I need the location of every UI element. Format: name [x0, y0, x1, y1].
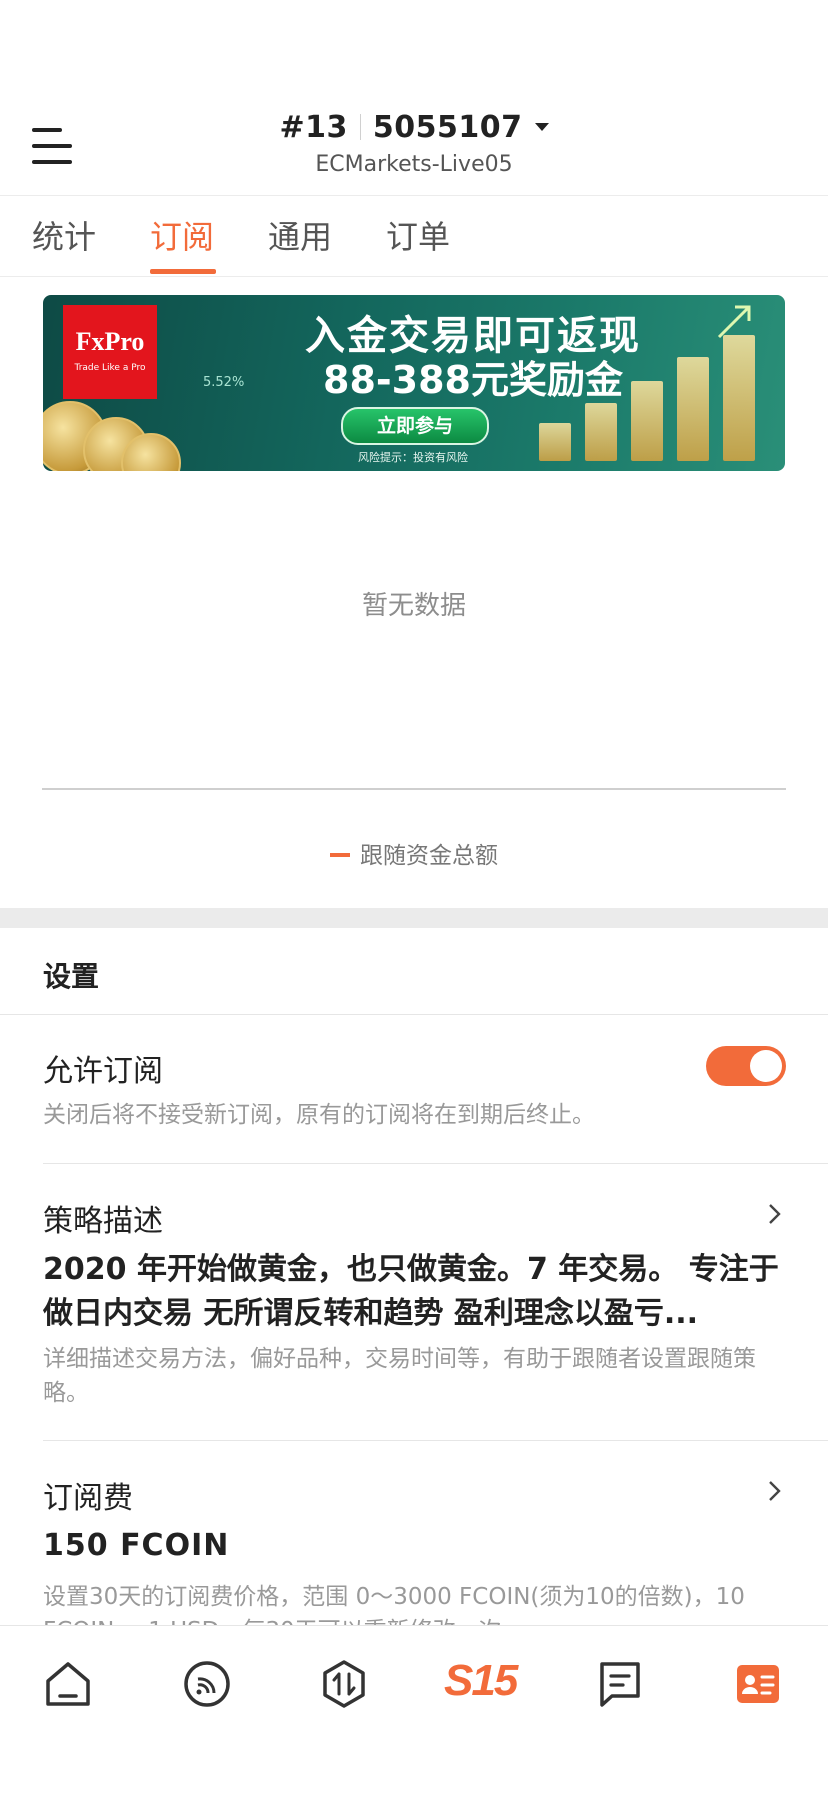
- chevron-right-icon[interactable]: [762, 1479, 786, 1503]
- fee-value: 150 FCOIN: [43, 1528, 230, 1563]
- banner-cta-button[interactable]: 立即参与: [341, 407, 489, 445]
- strategy-label: 策略描述: [43, 1204, 163, 1239]
- coins-image: [43, 381, 193, 471]
- status-bar: [0, 0, 828, 100]
- divider: [43, 1163, 828, 1164]
- s15-logo[interactable]: S15: [444, 1656, 518, 1706]
- allow-subscription-label: 允许订阅: [43, 1054, 163, 1089]
- tab-bar: 统计 订阅 通用 订单: [0, 196, 828, 277]
- settings-title: 设置: [43, 960, 100, 993]
- fee-label: 订阅费: [43, 1481, 133, 1516]
- profile-card-icon[interactable]: [728, 1654, 788, 1714]
- empty-state: 暂无数据: [361, 591, 466, 621]
- section-gap: [0, 908, 828, 928]
- tab-orders[interactable]: 订单: [386, 212, 450, 258]
- account-selector[interactable]: #13 5055107: [0, 110, 828, 145]
- account-number: #13: [279, 110, 348, 145]
- legend-swatch: [330, 853, 350, 857]
- divider: [0, 1014, 828, 1015]
- bottom-nav: S15: [0, 1625, 828, 1793]
- chevron-right-icon[interactable]: [762, 1202, 786, 1226]
- strategy-description: 详细描述交易方法，偏好品种，交易时间等，有助于跟随者设置跟随策略。: [43, 1346, 756, 1406]
- chart-legend: 跟随资金总额: [0, 836, 828, 870]
- message-icon[interactable]: [590, 1654, 650, 1714]
- allow-subscription-description: 关闭后将不接受新订阅，原有的订阅将在到期后终止。: [43, 1102, 595, 1128]
- banner-percent: 5.52%: [203, 375, 245, 390]
- allow-subscription-toggle[interactable]: [706, 1046, 786, 1086]
- home-icon[interactable]: [38, 1654, 98, 1714]
- toggle-knob: [750, 1050, 782, 1082]
- banner-risk-note: 风险提示：投资有风险: [358, 451, 468, 464]
- trend-arrow-icon: [717, 305, 751, 339]
- legend-label: 跟随资金总额: [360, 843, 498, 869]
- rising-bars-graphic: [539, 321, 769, 461]
- server-name: ECMarkets-Live05: [315, 152, 513, 177]
- app-header: #13 5055107 ECMarkets-Live05: [0, 100, 828, 196]
- signal-icon[interactable]: [177, 1654, 237, 1714]
- trade-icon[interactable]: [314, 1654, 374, 1714]
- promo-banner[interactable]: FxPro Trade Like a Pro 5.52% 入金交易即可返现 88…: [43, 295, 785, 471]
- tab-subscription[interactable]: 订阅: [150, 212, 214, 258]
- caret-down-icon: [534, 123, 549, 131]
- active-tab-indicator: [150, 269, 216, 274]
- divider: [43, 1440, 828, 1441]
- tab-general[interactable]: 通用: [268, 212, 332, 258]
- chart-axis: [42, 788, 786, 790]
- tab-statistics[interactable]: 统计: [32, 212, 96, 258]
- strategy-value: 2020 年开始做黄金，也只做黄金。7 年交易。 专注于做日内交易 无所谓反转和…: [43, 1252, 779, 1331]
- account-id: 5055107: [372, 110, 523, 145]
- title-divider: [359, 114, 361, 140]
